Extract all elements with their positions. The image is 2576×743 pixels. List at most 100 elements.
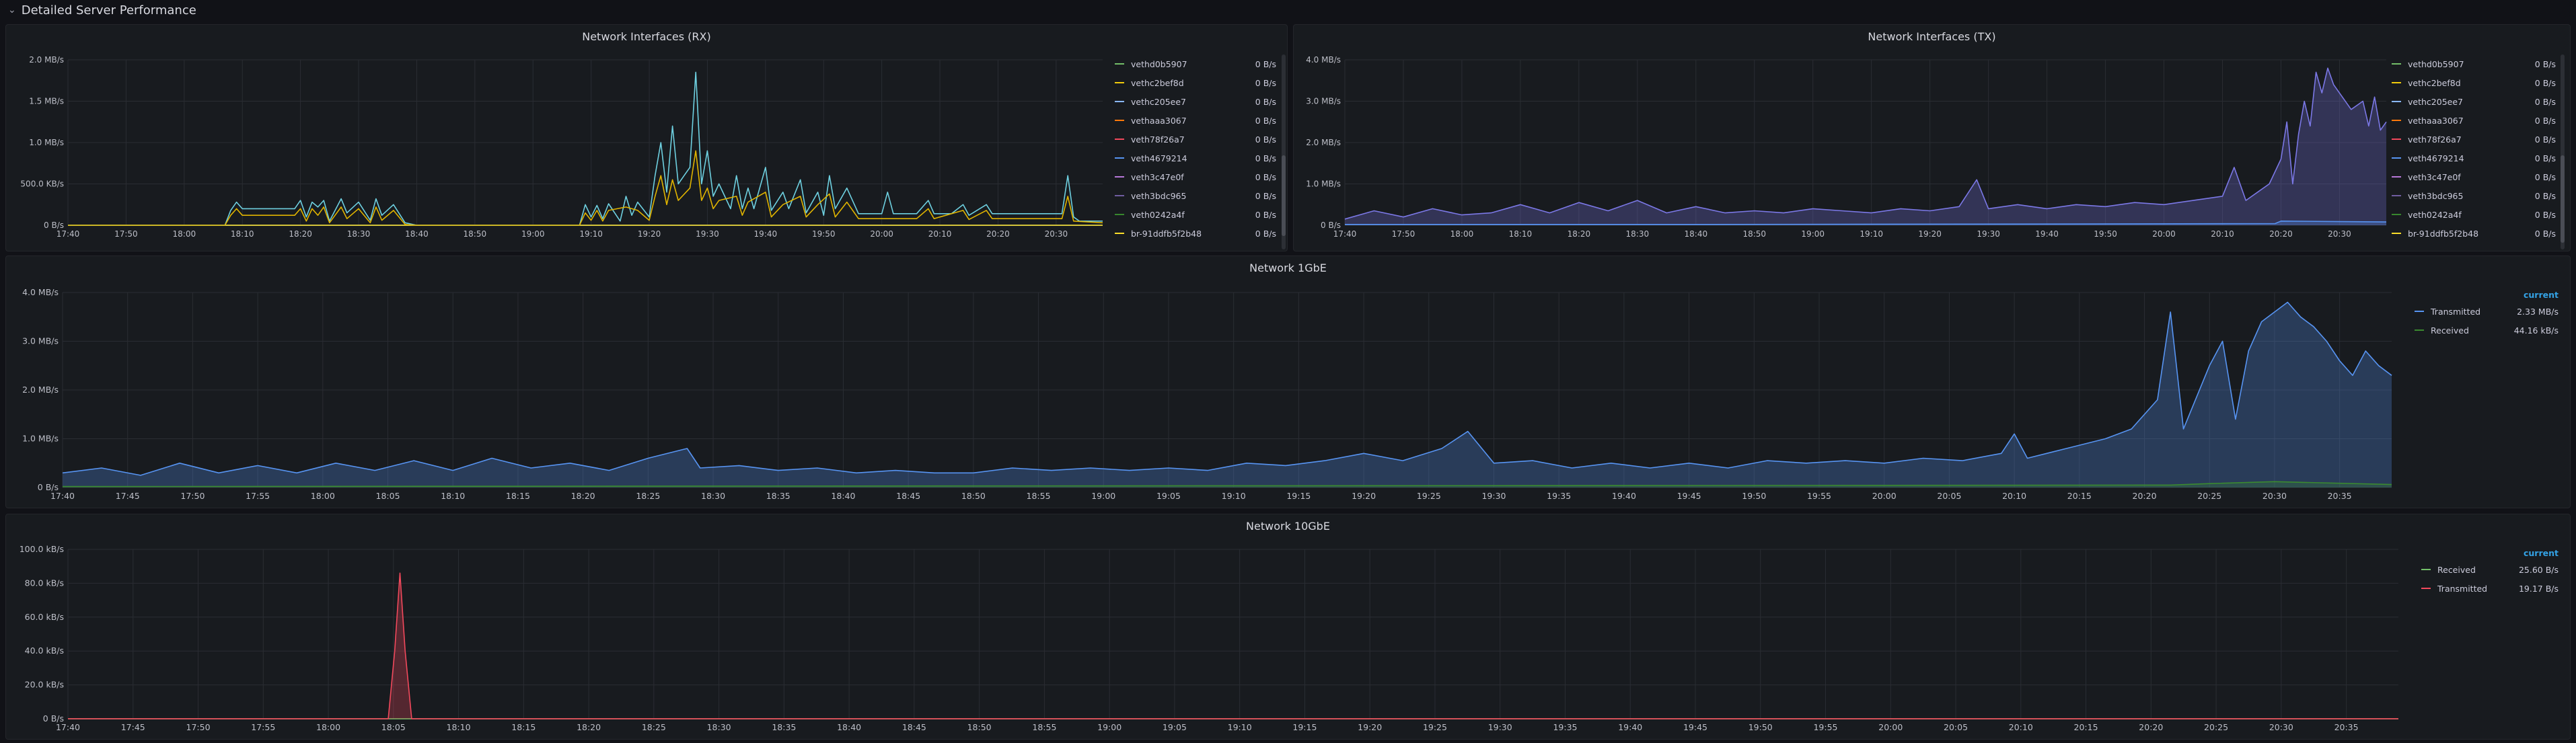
x-tick-label: 19:40 [1612, 491, 1636, 501]
legend-series-value: 0 B/s [2534, 58, 2556, 69]
legend-item-veth78f26a7[interactable]: veth78f26a7 0 B/s [2392, 130, 2556, 149]
x-tick-label: 20:35 [2334, 722, 2359, 732]
x-tick-label: 18:45 [902, 722, 926, 732]
x-tick-label: 19:20 [1918, 229, 1942, 239]
y-tick-label: 2.0 MB/s [29, 55, 64, 65]
legend-item-veth3bdc965[interactable]: veth3bdc965 0 B/s [2392, 186, 2556, 205]
x-tick-label: 18:20 [571, 491, 595, 501]
x-tick-label: 20:25 [2197, 491, 2221, 501]
x-tick-label: 18:15 [511, 722, 536, 732]
legend-scrollbar-thumb[interactable] [2561, 155, 2565, 243]
panel-title[interactable]: Network 1GbE [6, 262, 2570, 274]
legend-color-swatch [2392, 157, 2401, 159]
chart-network-1gbe[interactable]: 0 B/s1.0 MB/s2.0 MB/s3.0 MB/s4.0 MB/s17:… [6, 283, 2401, 509]
x-tick-label: 18:35 [766, 491, 790, 501]
x-tick-label: 20:15 [2067, 491, 2092, 501]
legend-series-value: 0 B/s [1255, 228, 1276, 239]
row-header-detailed-server-performance[interactable]: ⌄ Detailed Server Performance [8, 1, 196, 19]
legend-color-swatch [1115, 63, 1124, 65]
panel-network-10gbe: Network 10GbE 0 B/s 20.0 kB/s 40.0 kB/s 60.… [5, 514, 2571, 740]
x-tick-label: 19:55 [1807, 491, 1831, 501]
legend-item-Transmitted[interactable]: Transmitted 19.17 B/s [2421, 579, 2559, 598]
panel-title[interactable]: Network Interfaces (TX) [1294, 30, 2570, 43]
legend-series-value: 0 B/s [1255, 96, 1276, 107]
legend-series-value: 0 B/s [2534, 96, 2556, 107]
x-tick-label: 20:10 [2009, 722, 2033, 732]
legend-item-vethc2bef8d[interactable]: vethc2bef8d 0 B/s [1115, 73, 1276, 92]
chevron-down-icon[interactable]: ⌄ [8, 5, 16, 15]
x-tick-label: 20:00 [870, 229, 893, 239]
legend-item-vethaaa3067[interactable]: vethaaa3067 0 B/s [2392, 111, 2556, 130]
x-tick-label: 18:20 [1568, 229, 1591, 239]
legend-item-Transmitted[interactable]: Transmitted 2.33 MB/s [2415, 302, 2559, 321]
legend-item-veth0242a4f[interactable]: veth0242a4f 0 B/s [2392, 205, 2556, 224]
legend-color-swatch [2415, 311, 2424, 312]
x-tick-label: 19:50 [812, 229, 836, 239]
x-tick-label: 20:30 [2269, 722, 2293, 732]
legend-item-vethd0b5907[interactable]: vethd0b5907 0 B/s [1115, 54, 1276, 73]
legend-item-veth0242a4f[interactable]: veth0242a4f 0 B/s [1115, 205, 1276, 224]
x-tick-label: 18:10 [1509, 229, 1533, 239]
x-tick-label: 18:50 [1742, 229, 1766, 239]
legend-color-swatch [2392, 120, 2401, 121]
x-tick-label: 18:20 [577, 722, 601, 732]
row-title: Detailed Server Performance [21, 3, 196, 17]
x-tick-label: 18:10 [441, 491, 465, 501]
x-tick-label: 19:30 [696, 229, 719, 239]
x-tick-label: 20:20 [2269, 229, 2293, 239]
y-tick-label: 4.0 MB/s [1306, 55, 1341, 65]
chart-network-interfaces-rx[interactable]: 0 B/s 500.0 KB/s 1.0 MB/s 1.5 MB/s 2.0 MB/s 1… [6, 52, 1109, 252]
legend-header-current[interactable]: current [2524, 290, 2559, 300]
legend-color-swatch [2392, 176, 2401, 178]
panel-title[interactable]: Network Interfaces (RX) [6, 30, 1287, 43]
chart-network-10gbe[interactable]: 0 B/s20.0 kB/s40.0 kB/s60.0 kB/s80.0 kB/… [6, 541, 2408, 740]
chart-network-interfaces-tx[interactable]: 0 B/s 1.0 MB/s 2.0 MB/s 3.0 MB/s 4.0 MB/s 17:… [1294, 52, 2393, 252]
legend-item-br-91ddfb5f2b48[interactable]: br-91ddfb5f2b48 0 B/s [2392, 224, 2556, 243]
legend-series-value: 25.60 B/s [2518, 564, 2559, 575]
legend-item-veth78f26a7[interactable]: veth78f26a7 0 B/s [1115, 130, 1276, 149]
x-tick-label: 17:45 [121, 722, 145, 732]
y-tick-label: 20.0 kB/s [25, 680, 64, 690]
x-tick-label: 19:20 [1358, 722, 1382, 732]
x-tick-label: 19:20 [1352, 491, 1376, 501]
legend-item-veth4679214[interactable]: veth4679214 0 B/s [1115, 149, 1276, 167]
legend-series-name: veth78f26a7 [1131, 134, 1185, 145]
y-tick-label: 1.0 MB/s [1306, 180, 1341, 189]
x-tick-label: 18:15 [506, 491, 530, 501]
x-tick-label: 20:00 [1872, 491, 1897, 501]
legend-scrollbar-thumb[interactable] [1282, 155, 1286, 236]
legend-item-vethc205ee7[interactable]: vethc205ee7 0 B/s [1115, 92, 1276, 111]
legend-scrollbar[interactable] [1282, 54, 1286, 249]
legend-item-vethc2bef8d[interactable]: vethc2bef8d 0 B/s [2392, 73, 2556, 92]
x-tick-label: 17:40 [50, 491, 75, 501]
legend-series-name: vethc205ee7 [1131, 96, 1186, 107]
x-tick-label: 18:50 [464, 229, 487, 239]
x-tick-label: 20:10 [2002, 491, 2026, 501]
y-tick-label: 3.0 MB/s [22, 336, 59, 346]
legend-item-Received[interactable]: Received 25.60 B/s [2421, 560, 2559, 579]
y-tick-label: 2.0 MB/s [1306, 138, 1341, 147]
legend-item-veth4679214[interactable]: veth4679214 0 B/s [2392, 149, 2556, 167]
x-tick-label: 19:45 [1677, 491, 1701, 501]
x-tick-label: 20:20 [986, 229, 1010, 239]
x-tick-label: 19:20 [638, 229, 661, 239]
legend-item-vethd0b5907[interactable]: vethd0b5907 0 B/s [2392, 54, 2556, 73]
legend-series-name: veth3c47e0f [2408, 171, 2461, 182]
legend-series-name: br-91ddfb5f2b48 [1131, 228, 1202, 239]
legend-series-value: 0 B/s [2534, 209, 2556, 220]
legend-item-Received[interactable]: Received 44.16 kB/s [2415, 321, 2559, 340]
legend-scrollbar[interactable] [2561, 54, 2565, 249]
legend-color-swatch [1115, 101, 1124, 102]
legend-item-veth3bdc965[interactable]: veth3bdc965 0 B/s [1115, 186, 1276, 205]
legend-item-veth3c47e0f[interactable]: veth3c47e0f 0 B/s [1115, 167, 1276, 186]
legend-series-value: 0 B/s [1255, 58, 1276, 69]
legend-series-name: vethc2bef8d [1131, 77, 1184, 88]
legend-item-br-91ddfb5f2b48[interactable]: br-91ddfb5f2b48 0 B/s [1115, 224, 1276, 243]
legend-header-current[interactable]: current [2524, 548, 2559, 558]
x-tick-label: 19:00 [521, 229, 545, 239]
panel-title[interactable]: Network 10GbE [6, 520, 2570, 533]
legend-item-vethc205ee7[interactable]: vethc205ee7 0 B/s [2392, 92, 2556, 111]
legend-item-vethaaa3067[interactable]: vethaaa3067 0 B/s [1115, 111, 1276, 130]
x-tick-label: 18:30 [707, 722, 731, 732]
legend-item-veth3c47e0f[interactable]: veth3c47e0f 0 B/s [2392, 167, 2556, 186]
